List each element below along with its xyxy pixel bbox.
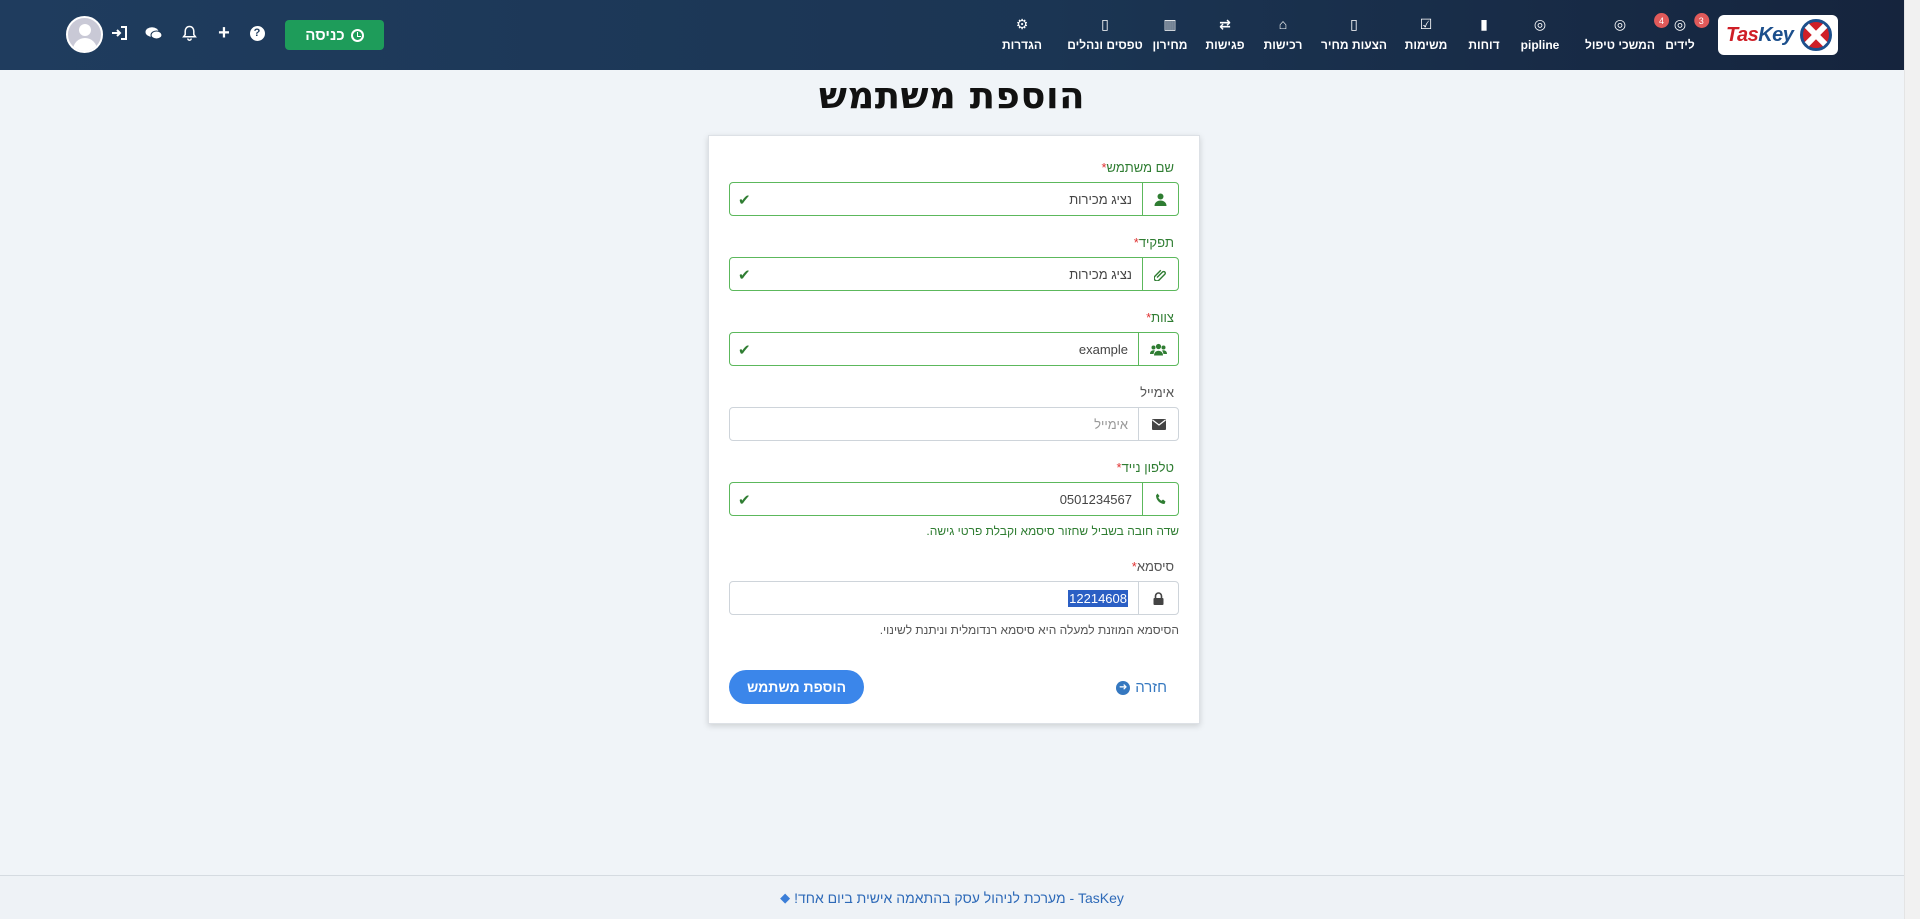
phone-help-text: שדה חובה בשביל שחזור סיסמא וקבלת פרטי גי… xyxy=(926,524,1179,538)
password-help-text: הסיסמא המוזנת למעלה היא סיסמא רנדומלית ו… xyxy=(879,623,1179,637)
team-select[interactable]: example xyxy=(730,333,1138,365)
user-icon xyxy=(1142,183,1178,215)
nav-pricelist-icon: ▥ xyxy=(1163,16,1177,32)
add-user-form: שם משתמש* נציג מכירות ✔ תפקיד* נציג מכיר… xyxy=(708,135,1200,724)
nav-item-forms[interactable]: ▯ טפסים ונהלים xyxy=(1067,16,1143,52)
valid-check-icon: ✔ xyxy=(738,192,751,209)
arrow-right-circle-icon: ➜ xyxy=(1116,680,1131,695)
logo-mark-icon xyxy=(1800,19,1832,51)
page-title: הוספת משתמש xyxy=(818,74,1086,117)
nav-followups-icon: ◎ xyxy=(1613,16,1627,32)
username-label: שם משתמש* xyxy=(1101,160,1174,175)
logo-text: TasKey xyxy=(1726,23,1794,46)
nav-item-reports[interactable]: ▮ דוחות xyxy=(1468,16,1499,52)
nav-item-label: הגדרות xyxy=(1002,38,1042,52)
nav-item-label: טפסים ונהלים xyxy=(1067,38,1143,52)
top-navbar: TasKey ◎ לידים 3 ◎ המשכי טיפול 4 ◎ pipline ▮ דוחו… xyxy=(0,0,1904,70)
password-input[interactable]: 12214608 xyxy=(730,582,1138,614)
team-field[interactable]: example ✔ xyxy=(729,332,1179,366)
nav-item-label: pipline xyxy=(1520,38,1560,52)
role-field[interactable]: נציג מכירות ✔ xyxy=(729,257,1179,291)
question-icon: ? xyxy=(249,25,265,41)
nav-item-pricelist[interactable]: ▥ מחירון xyxy=(1153,16,1188,52)
envelope-icon xyxy=(1138,408,1178,440)
phone-field[interactable]: 0501234567 ✔ xyxy=(729,482,1179,516)
nav-item-settings[interactable]: ⚙ הגדרות xyxy=(1002,16,1042,52)
team-label: צוות* xyxy=(1146,310,1174,325)
nav-meetings-icon: ⇄ xyxy=(1219,16,1231,32)
enter-button-label: כניסה xyxy=(305,26,345,44)
phone-label: טלפון נייד* xyxy=(1116,460,1175,475)
nav-item-purchases[interactable]: ⌂ רכישות xyxy=(1264,16,1303,52)
nav-leads-icon: ◎ xyxy=(1673,16,1687,32)
nav-item-label: דוחות xyxy=(1468,38,1500,52)
gem-icon: ◆ xyxy=(780,889,791,905)
avatar-body-icon xyxy=(73,38,97,51)
valid-check-icon: ✔ xyxy=(738,492,751,509)
nav-item-leads[interactable]: ◎ לידים 3 xyxy=(1665,13,1709,52)
add-user-submit-button[interactable]: הוספת משתמש xyxy=(729,670,864,704)
enter-button[interactable]: כניסה xyxy=(285,20,384,50)
password-label: סיסמא* xyxy=(1131,559,1174,574)
email-field[interactable]: אימייל xyxy=(729,407,1179,441)
nav-item-label: המשכי טיפול xyxy=(1585,38,1655,52)
help-button[interactable]: ? xyxy=(246,22,268,44)
lock-icon xyxy=(1138,582,1178,614)
nav-item-label: משימות xyxy=(1404,38,1448,52)
role-label: תפקיד* xyxy=(1133,235,1174,250)
username-input[interactable]: נציג מכירות xyxy=(730,183,1142,215)
page-footer: TasKey - מערכת לניהול עסק בהתאמה אישית ב… xyxy=(0,875,1904,919)
nav-forms-icon: ▯ xyxy=(1101,16,1109,32)
username-field[interactable]: נציג מכירות ✔ xyxy=(729,182,1179,216)
back-link-label: חזרה xyxy=(1135,679,1167,696)
nav-item-label: רכישות xyxy=(1263,38,1303,52)
avatar-head-icon xyxy=(79,24,91,36)
role-select[interactable]: נציג מכירות xyxy=(730,258,1142,290)
notifications-button[interactable] xyxy=(178,22,200,44)
paperclip-icon xyxy=(1142,258,1178,290)
nav-item-pipline[interactable]: ◎ pipline xyxy=(1521,16,1560,52)
login-button[interactable] xyxy=(108,22,130,44)
back-link[interactable]: חזרה ➜ xyxy=(1116,679,1167,696)
nav-item-tasks[interactable]: ☑ משימות xyxy=(1405,16,1448,52)
double-check-icon: ✔ xyxy=(738,267,751,284)
nav-count-badge: 3 xyxy=(1693,13,1709,28)
nav-item-followups[interactable]: ◎ המשכי טיפול 4 xyxy=(1585,13,1669,52)
nav-purchases-icon: ⌂ xyxy=(1278,16,1288,32)
chat-icon xyxy=(145,26,163,39)
nav-item-quotes[interactable]: ▯ הצעות מחיר xyxy=(1321,16,1387,52)
page-scrollbar[interactable] xyxy=(1904,0,1920,919)
sign-in-icon xyxy=(112,26,127,40)
email-label: אימייל xyxy=(1140,385,1174,400)
user-avatar[interactable] xyxy=(66,16,103,53)
nav-item-label: פגישות xyxy=(1205,38,1245,52)
add-button[interactable]: + xyxy=(213,22,235,44)
chat-button[interactable] xyxy=(143,22,165,44)
nav-tasks-icon: ☑ xyxy=(1419,16,1433,32)
nav-reports-icon: ▮ xyxy=(1480,16,1488,32)
phone-icon xyxy=(1142,483,1178,515)
nav-item-label: לידים xyxy=(1665,38,1695,52)
nav-item-meetings[interactable]: ⇄ פגישות xyxy=(1205,16,1244,52)
phone-input[interactable]: 0501234567 xyxy=(730,483,1142,515)
users-icon xyxy=(1138,333,1178,365)
clock-icon xyxy=(350,28,364,42)
nav-pipline-icon: ◎ xyxy=(1533,16,1547,32)
double-check-icon: ✔ xyxy=(738,342,751,359)
bell-icon xyxy=(181,25,197,41)
nav-settings-icon: ⚙ xyxy=(1015,16,1029,32)
nav-item-label: מחירון xyxy=(1152,38,1188,52)
nav-item-label: הצעות מחיר xyxy=(1320,38,1388,52)
plus-icon: + xyxy=(218,21,230,44)
email-input[interactable]: אימייל xyxy=(730,408,1138,440)
taskey-logo[interactable]: TasKey xyxy=(1718,15,1838,55)
nav-quotes-icon: ▯ xyxy=(1350,16,1358,32)
password-selected-value: 12214608 xyxy=(1068,589,1128,607)
password-field[interactable]: 12214608 xyxy=(729,581,1179,615)
footer-text: TasKey - מערכת לניהול עסק בהתאמה אישית ב… xyxy=(794,889,1124,906)
nav-count-badge: 4 xyxy=(1653,13,1669,28)
